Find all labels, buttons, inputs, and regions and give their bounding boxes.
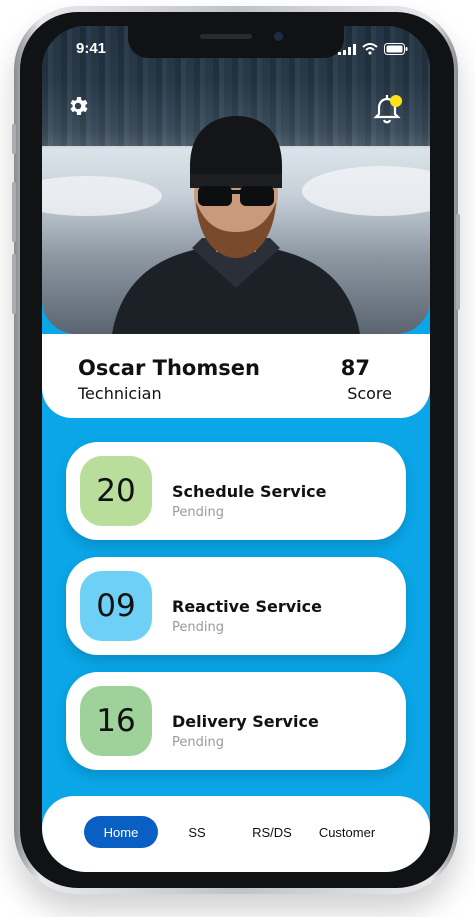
person-illustration — [112, 116, 360, 334]
profile-name: Oscar Thomsen — [78, 356, 260, 380]
profile-card: Oscar Thomsen Technician 87 Score — [42, 334, 430, 418]
nav-rs-ds[interactable]: RS/DS — [244, 816, 300, 848]
gear-icon[interactable] — [66, 94, 90, 118]
volume-up-button — [12, 182, 16, 242]
service-title: Reactive Service — [172, 597, 322, 616]
status-icons — [338, 43, 408, 55]
service-status: Pending — [172, 735, 224, 750]
service-status: Pending — [172, 505, 224, 520]
service-card-reactive[interactable]: 09 Reactive Service Pending — [66, 557, 406, 655]
speaker — [200, 34, 252, 39]
profile-photo — [42, 26, 430, 334]
power-button — [456, 214, 460, 310]
service-count-badge: 16 — [80, 686, 152, 756]
notch — [128, 26, 344, 58]
service-card-schedule[interactable]: 20 Schedule Service Pending — [66, 442, 406, 540]
score-value: 87 — [340, 356, 370, 380]
service-card-delivery[interactable]: 16 Delivery Service Pending — [66, 672, 406, 770]
service-title: Delivery Service — [172, 712, 319, 731]
mute-switch — [12, 124, 16, 154]
battery-icon — [384, 43, 408, 55]
service-count-badge: 09 — [80, 571, 152, 641]
nav-customer[interactable]: Customer — [314, 816, 380, 848]
notification-dot — [390, 95, 402, 107]
service-status: Pending — [172, 620, 224, 635]
status-time: 9:41 — [76, 40, 107, 57]
signal-icon — [338, 44, 356, 55]
bottom-nav: Home SS RS/DS Customer — [42, 796, 430, 872]
score-label: Score — [347, 384, 392, 403]
wifi-icon — [362, 43, 378, 55]
service-count-badge: 20 — [80, 456, 152, 526]
bell-icon[interactable] — [370, 92, 406, 128]
nav-home[interactable]: Home — [84, 816, 158, 848]
front-camera — [274, 32, 283, 41]
screen: 9:41 Oscar Thomsen Technician 87 Score 2… — [42, 26, 430, 872]
nav-ss[interactable]: SS — [172, 816, 222, 848]
volume-down-button — [12, 254, 16, 314]
service-title: Schedule Service — [172, 482, 327, 501]
profile-role: Technician — [78, 384, 162, 403]
